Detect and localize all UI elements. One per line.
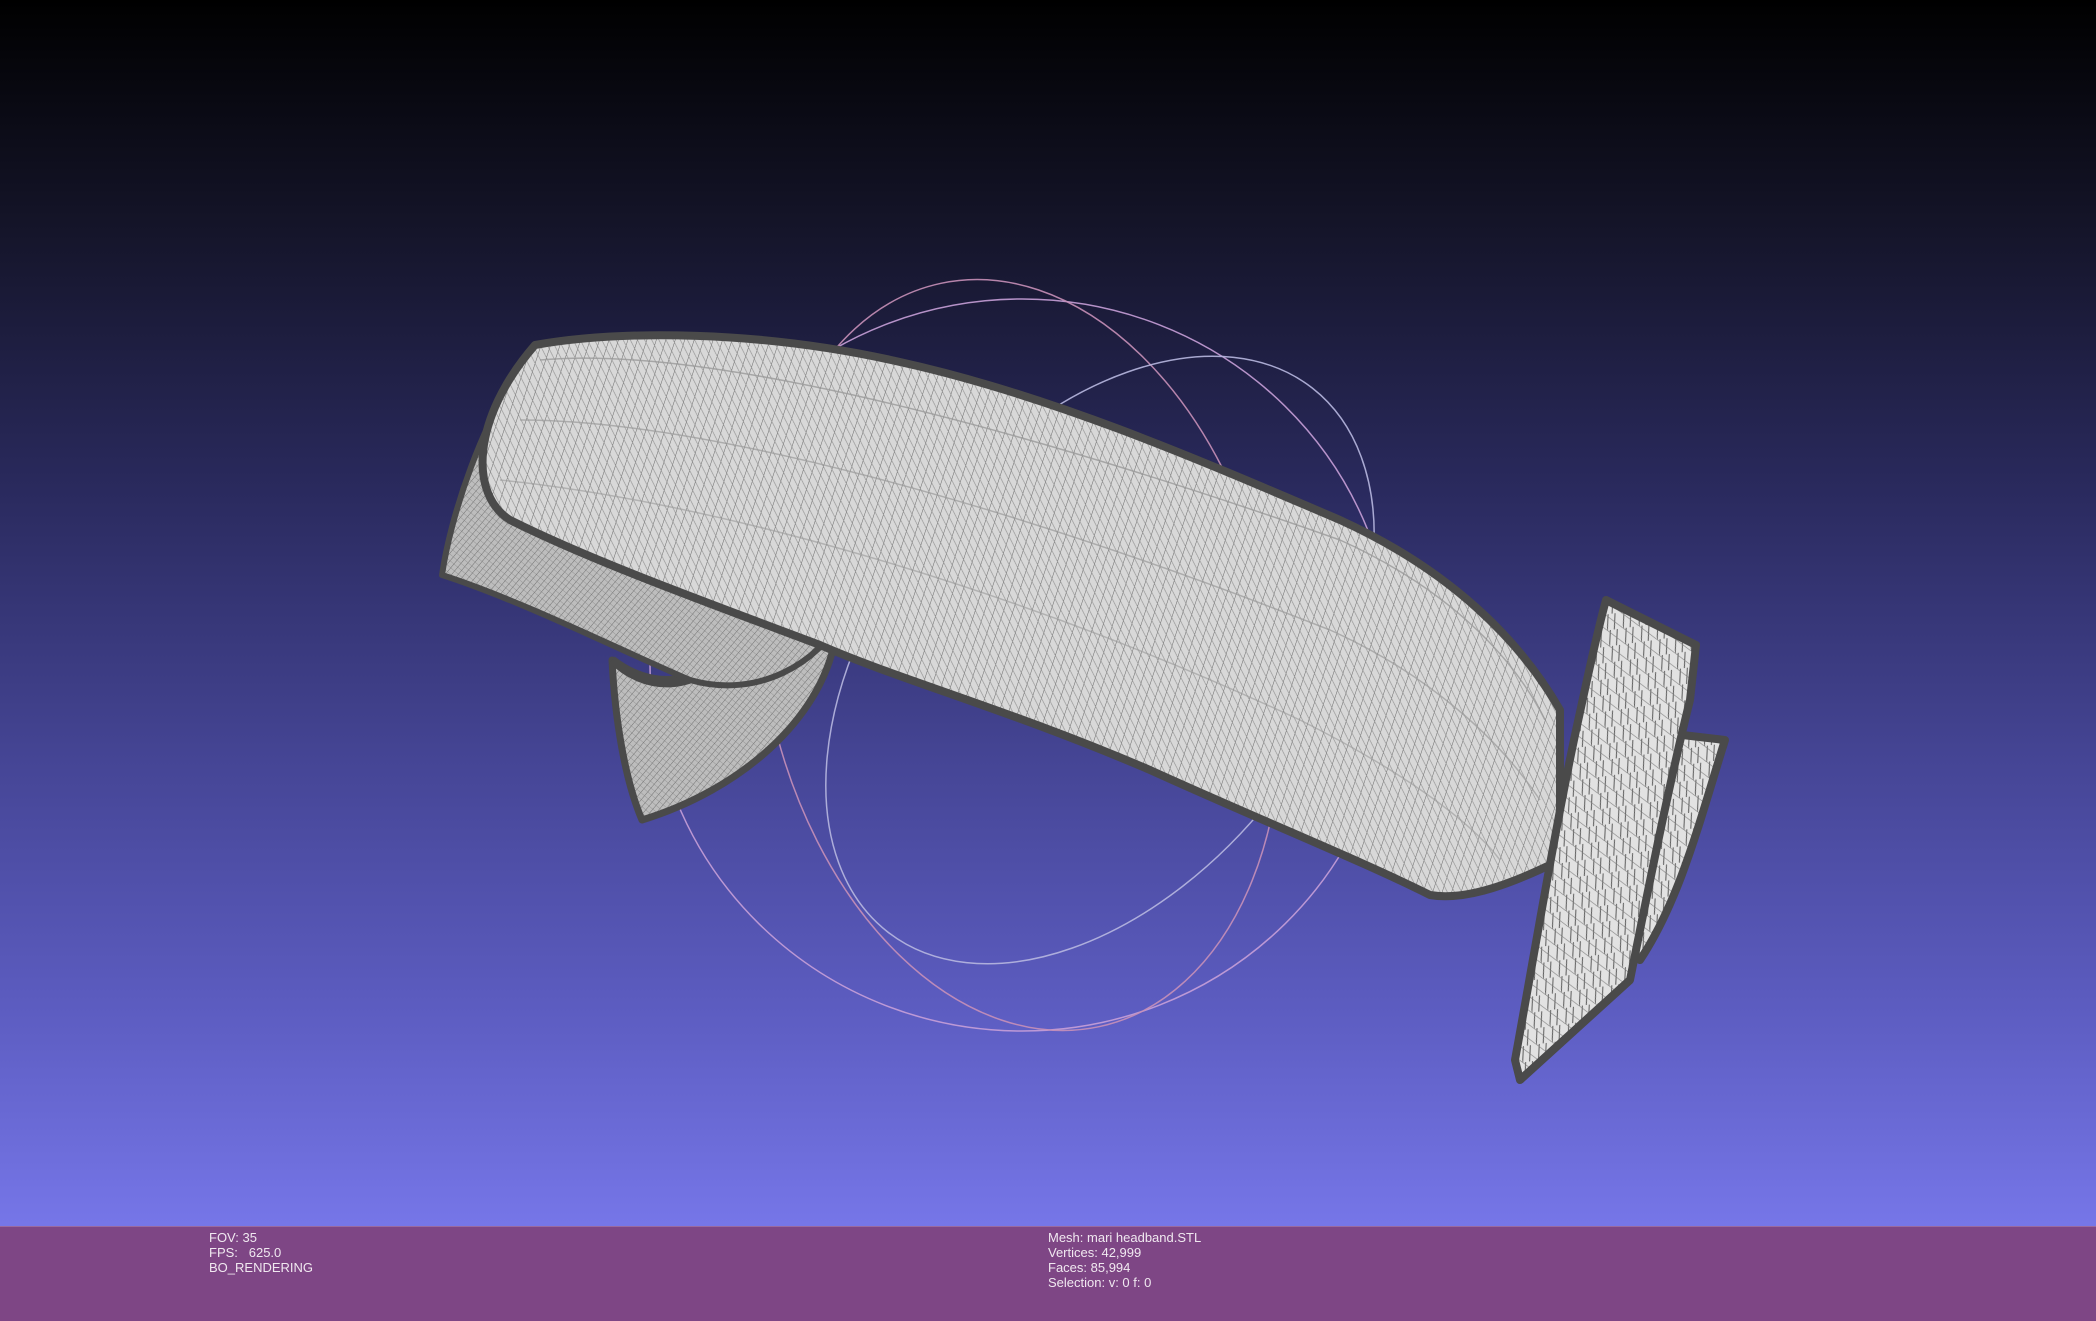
render-mode-label: BO_RENDERING	[209, 1260, 314, 1275]
faces-label: Faces: 85,994	[1048, 1260, 1131, 1275]
mesh-scene[interactable]	[0, 0, 2096, 1226]
mesh-info: Mesh: mari headband.STL Vertices: 42,999…	[1048, 1230, 1201, 1290]
render-info: FOV: 35 FPS: 625.0 BO_RENDERING	[209, 1230, 313, 1275]
3d-viewport[interactable]	[0, 0, 2096, 1226]
mesh-name-label: Mesh: mari headband.STL	[1048, 1230, 1202, 1245]
vertices-label: Vertices: 42,999	[1048, 1245, 1142, 1260]
selection-label: Selection: v: 0 f: 0	[1048, 1275, 1152, 1290]
status-info-bar: FOV: 35 FPS: 625.0 BO_RENDERING Mesh: ma…	[0, 1226, 2096, 1321]
fov-label: FOV: 35	[209, 1230, 257, 1245]
fps-label: FPS: 625.0	[209, 1245, 282, 1260]
